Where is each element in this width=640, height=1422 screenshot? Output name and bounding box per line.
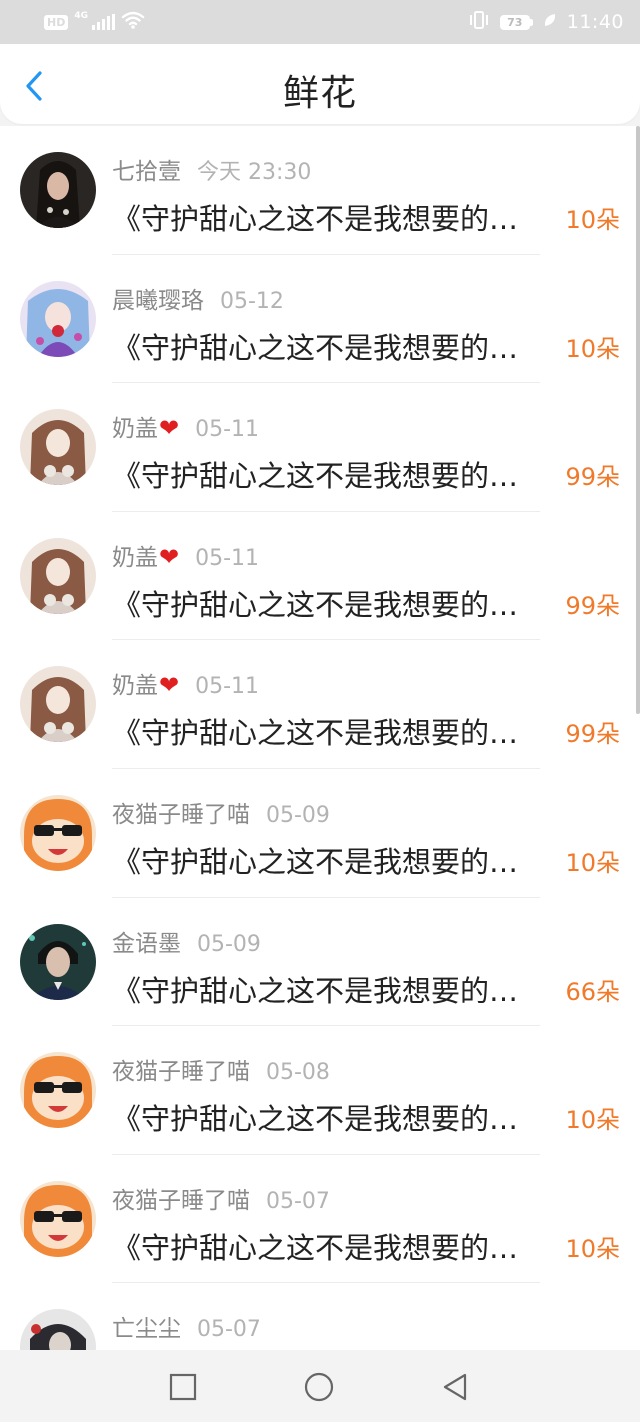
- book-title[interactable]: 《守护甜心之这不是我想要的…: [112, 325, 538, 367]
- name-line: 奶盖❤ 05-11: [112, 666, 259, 700]
- name-line: 奶盖❤ 05-11: [112, 409, 259, 443]
- timestamp: 05-11: [195, 545, 260, 571]
- circle-icon: [304, 1372, 334, 1402]
- username[interactable]: 夜猫子睡了喵: [112, 1059, 250, 1085]
- book-title[interactable]: 《守护甜心之这不是我想要的…: [112, 839, 538, 881]
- status-right: 73 11:40: [468, 8, 624, 36]
- avatar[interactable]: [20, 1180, 96, 1257]
- username[interactable]: 奶盖: [112, 416, 158, 442]
- list-item[interactable]: 夜猫子睡了喵 05-07 《守护甜心之这不是我想要的… 10朵: [0, 1155, 640, 1284]
- system-nav-bar: [0, 1350, 640, 1422]
- timestamp: 05-09: [197, 931, 261, 957]
- flower-count: 99朵: [565, 463, 620, 492]
- triangle-back-icon: [443, 1373, 467, 1401]
- book-title[interactable]: 《守护甜心之这不是我想要的…: [112, 196, 538, 238]
- timestamp: 05-08: [266, 1060, 330, 1086]
- heart-icon: ❤: [159, 542, 180, 571]
- name-line: 奶盖❤ 05-11: [112, 538, 259, 572]
- timestamp: 05-11: [195, 417, 260, 443]
- wifi-icon: [121, 10, 145, 34]
- name-line: 亡尘尘 05-07: [112, 1309, 261, 1343]
- list-item[interactable]: 晨曦璎珞 05-12 《守护甜心之这不是我想要的… 10朵: [0, 255, 640, 384]
- avatar[interactable]: [20, 280, 96, 357]
- avatar[interactable]: [20, 409, 96, 486]
- username[interactable]: 晨曦璎珞: [112, 288, 204, 314]
- avatar[interactable]: [20, 794, 96, 871]
- status-bar: HD 4G 73 11:40: [0, 0, 640, 44]
- username[interactable]: 金语墨: [112, 931, 181, 957]
- flower-count: 99朵: [565, 720, 620, 749]
- list-item[interactable]: 奶盖❤ 05-11 《守护甜心之这不是我想要的… 99朵: [0, 512, 640, 641]
- book-title[interactable]: 《守护甜心之这不是我想要的…: [112, 453, 538, 495]
- book-title[interactable]: 《守护甜心之这不是我想要的…: [112, 1096, 538, 1138]
- avatar[interactable]: [20, 666, 96, 743]
- list-item[interactable]: 夜猫子睡了喵 05-08 《守护甜心之这不是我想要的… 10朵: [0, 1026, 640, 1155]
- flower-count: 10朵: [565, 206, 620, 234]
- system-back-button[interactable]: [438, 1370, 472, 1404]
- list-item[interactable]: 七拾壹 今天 23:30 《守护甜心之这不是我想要的… 10朵: [0, 126, 640, 255]
- heart-icon: ❤: [159, 671, 180, 700]
- header: 鲜花: [0, 44, 640, 124]
- clock: 11:40: [566, 11, 624, 33]
- list-item[interactable]: 奶盖❤ 05-11 《守护甜心之这不是我想要的… 99朵: [0, 383, 640, 512]
- timestamp: 05-12: [220, 288, 284, 314]
- avatar[interactable]: [20, 923, 96, 1000]
- book-title[interactable]: 《守护甜心之这不是我想要的…: [112, 582, 538, 624]
- list-item[interactable]: 金语墨 05-09 《守护甜心之这不是我想要的… 66朵: [0, 898, 640, 1027]
- list-item[interactable]: 亡尘尘 05-07: [0, 1283, 640, 1350]
- network-type: 4G: [74, 11, 88, 21]
- heart-icon: ❤: [159, 414, 180, 443]
- username[interactable]: 亡尘尘: [112, 1316, 181, 1342]
- home-button[interactable]: [302, 1370, 336, 1404]
- timestamp: 05-09: [266, 802, 330, 828]
- book-title[interactable]: 《守护甜心之这不是我想要的…: [112, 1225, 538, 1267]
- flower-count: 10朵: [565, 334, 620, 363]
- recents-button[interactable]: [166, 1370, 200, 1404]
- flower-count: 10朵: [565, 848, 620, 877]
- timestamp: 今天 23:30: [197, 160, 312, 185]
- vibrate-icon: [468, 10, 490, 34]
- avatar[interactable]: [20, 1052, 96, 1129]
- status-left: HD 4G: [44, 10, 145, 34]
- name-line: 晨曦璎珞 05-12: [112, 281, 284, 315]
- flower-count: 99朵: [565, 591, 620, 620]
- name-line: 夜猫子睡了喵 05-09: [112, 795, 330, 829]
- list-item[interactable]: 奶盖❤ 05-11 《守护甜心之这不是我想要的… 99朵: [0, 640, 640, 769]
- timestamp: 05-11: [195, 674, 260, 700]
- book-title[interactable]: 《守护甜心之这不是我想要的…: [112, 710, 538, 752]
- leaf-icon: [543, 12, 557, 32]
- square-icon: [169, 1373, 197, 1401]
- username[interactable]: 七拾壹: [112, 159, 181, 185]
- avatar[interactable]: [20, 152, 96, 228]
- flower-record-list[interactable]: 七拾壹 今天 23:30 《守护甜心之这不是我想要的… 10朵 晨曦璎珞 05-12…: [0, 126, 640, 1350]
- name-line: 七拾壹 今天 23:30: [112, 152, 311, 186]
- avatar[interactable]: [20, 1309, 96, 1350]
- name-line: 金语墨 05-09: [112, 924, 261, 958]
- hd-badge: HD: [44, 14, 69, 30]
- flower-count: 10朵: [565, 1234, 620, 1263]
- timestamp: 05-07: [266, 1188, 330, 1214]
- username[interactable]: 夜猫子睡了喵: [112, 802, 250, 828]
- signal-icon: [92, 14, 115, 30]
- avatar[interactable]: [20, 537, 96, 614]
- flower-count: 10朵: [565, 1106, 620, 1135]
- username[interactable]: 奶盖: [112, 545, 158, 571]
- battery-level: 73: [499, 14, 530, 30]
- battery-icon: 73: [499, 14, 533, 30]
- timestamp: 05-07: [197, 1317, 261, 1343]
- list-item[interactable]: 夜猫子睡了喵 05-09 《守护甜心之这不是我想要的… 10朵: [0, 769, 640, 898]
- page-title: 鲜花: [282, 73, 357, 114]
- username[interactable]: 夜猫子睡了喵: [112, 1188, 250, 1214]
- username[interactable]: 奶盖: [112, 673, 158, 699]
- name-line: 夜猫子睡了喵 05-07: [112, 1181, 330, 1215]
- book-title[interactable]: 《守护甜心之这不是我想要的…: [112, 968, 538, 1010]
- name-line: 夜猫子睡了喵 05-08: [112, 1052, 330, 1086]
- flower-count: 66朵: [565, 977, 620, 1006]
